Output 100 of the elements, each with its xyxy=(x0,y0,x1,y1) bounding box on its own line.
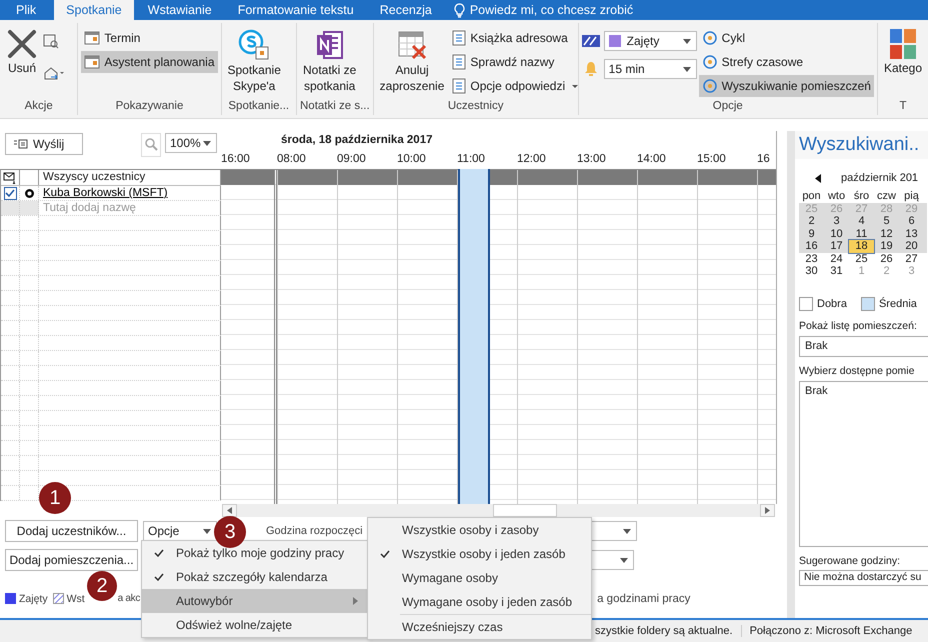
room-item[interactable]: Brak xyxy=(805,384,923,396)
calendar-day[interactable]: 13 xyxy=(899,228,924,240)
ribbon-button[interactable]: Sprawdź nazwy xyxy=(449,51,582,73)
time-label: 15:00 xyxy=(697,153,727,165)
options-dropdown[interactable]: Opcje xyxy=(143,520,217,540)
triangle-icon xyxy=(765,507,770,514)
ribbon-button[interactable]: Wyszukiwanie pomieszczeń xyxy=(698,75,874,97)
calendar-day[interactable]: 27 xyxy=(899,252,924,265)
calendar-day[interactable]: 9 xyxy=(799,228,824,240)
date-heading: środa, 18 października 2017 xyxy=(280,133,434,148)
legend-swatch xyxy=(5,593,16,604)
menu-item[interactable]: Wymagane osoby i jeden zasób xyxy=(368,590,591,614)
calendar-day[interactable]: 5 xyxy=(874,215,899,228)
menu-item[interactable]: Wymagane osoby xyxy=(368,566,591,590)
calendar-day[interactable]: 12 xyxy=(874,228,899,240)
group-label: Spotkanie... xyxy=(227,100,290,114)
categorize-button[interactable]: Katego xyxy=(880,27,925,100)
add-attendees-button[interactable]: Dodaj uczestników... xyxy=(5,520,138,542)
meeting-notes-button[interactable]: Notatki ze spotkania xyxy=(300,27,360,100)
calendar-day[interactable]: 11 xyxy=(849,228,874,240)
calendar-day[interactable]: 18 xyxy=(849,240,874,252)
cancel-invitation-button[interactable]: Anuluj zaproszenie xyxy=(376,27,448,100)
calendar-icon xyxy=(84,30,100,46)
menu-item[interactable]: Autowybór xyxy=(142,589,368,613)
envelope-icon xyxy=(3,172,17,184)
menu-item[interactable]: Wszystkie osoby i jeden zasób xyxy=(368,542,591,566)
calendar-day[interactable]: 2 xyxy=(799,215,824,228)
ribbon-tab[interactable]: Wstawianie xyxy=(136,0,224,20)
calendar-day[interactable]: 23 xyxy=(799,252,824,265)
calendar-search-icon[interactable] xyxy=(43,33,59,49)
calendar-day[interactable]: 10 xyxy=(824,228,849,240)
time-label: 08:00 xyxy=(277,153,307,165)
scroll-left-button[interactable] xyxy=(222,504,237,517)
group-label: Akcje xyxy=(24,100,54,114)
ribbon-tab[interactable]: Recenzja xyxy=(368,0,444,20)
calendar-day[interactable]: 6 xyxy=(899,215,924,228)
legend-label: a akc xyxy=(118,593,140,604)
scroll-right-button[interactable] xyxy=(760,504,775,517)
checkbox[interactable] xyxy=(4,186,16,200)
forward-icon[interactable] xyxy=(43,65,65,81)
calendar-day[interactable]: 31 xyxy=(824,265,849,278)
menu-item[interactable]: Wszystkie osoby i zasoby xyxy=(368,518,591,542)
calendar-day[interactable]: 25 xyxy=(849,252,874,265)
menu-item[interactable]: Wcześniejszy czas xyxy=(368,615,591,639)
calendar-day[interactable]: 30 xyxy=(799,265,824,278)
status-text: Połączono z: Microsoft Exchange xyxy=(750,625,912,637)
field-label: Wybierz dostępne pomie xyxy=(799,364,916,376)
calendar-day[interactable]: 3 xyxy=(824,215,849,228)
ribbon-button[interactable]: Cykl xyxy=(698,27,874,49)
menu-item[interactable]: Pokaż szczegóły kalendarza xyxy=(142,565,368,589)
send-button[interactable]: Wyślij xyxy=(5,133,83,155)
previous-month-icon[interactable] xyxy=(815,174,821,182)
calendar-day[interactable]: 20 xyxy=(899,240,924,252)
month-label: październik 201 xyxy=(841,172,918,184)
organizer-icon xyxy=(24,188,34,198)
ribbon-tab[interactable]: Formatowanie tekstu xyxy=(226,0,366,20)
delete-button[interactable]: Usuń xyxy=(3,27,41,100)
scrollbar-thumb[interactable] xyxy=(493,504,557,517)
selected-time-slot[interactable] xyxy=(458,169,490,504)
time-label: 10:00 xyxy=(397,153,427,165)
tell-me-search-field[interactable]: Powiedz mi, co chcesz zrobić xyxy=(470,3,634,17)
step-badge: 1 xyxy=(39,482,71,514)
document-icon xyxy=(452,78,466,94)
legend-label: a godzinami pracy xyxy=(597,592,690,604)
ribbon-tab[interactable]: Spotkanie xyxy=(54,0,134,20)
ribbon-button[interactable]: Strefy czasowe xyxy=(698,51,874,73)
ribbon-button[interactable]: Opcje odpowiedzi xyxy=(449,75,582,97)
calendar-day[interactable]: 16 xyxy=(799,240,824,252)
calendar-day[interactable]: 26 xyxy=(874,252,899,265)
room-list-dropdown[interactable]: Brak xyxy=(799,336,928,356)
legend-label: Dobra xyxy=(817,298,847,310)
skype-calendar-icon xyxy=(238,29,270,61)
group-label: Notatki ze s... xyxy=(300,100,370,114)
start-date-dropdown[interactable] xyxy=(590,520,637,540)
ribbon-tab[interactable]: Plik xyxy=(0,0,52,20)
legend-label: Wst xyxy=(66,592,85,604)
calendar-day[interactable]: 24 xyxy=(824,252,849,265)
skype-meeting-button[interactable]: Spotkanie Skype'a xyxy=(224,27,284,100)
calendar-day[interactable]: 19 xyxy=(874,240,899,252)
show-as-dropdown[interactable]: Zajęty xyxy=(604,31,697,51)
ribbon-button[interactable]: Książka adresowa xyxy=(449,27,582,49)
weekday-label: wto xyxy=(826,190,846,202)
suggested-times-message: Nie można dostarczyć su xyxy=(804,570,922,582)
status-text: szystkie foldery są aktualne. xyxy=(595,625,742,637)
group-label: Opcje xyxy=(712,100,744,114)
reminder-dropdown[interactable]: 15 min xyxy=(604,59,697,79)
time-label: 13:00 xyxy=(577,153,607,165)
add-rooms-button[interactable]: Dodaj pomieszczenia... xyxy=(5,548,138,570)
calendar-day[interactable]: 17 xyxy=(824,240,849,252)
calendar-day[interactable]: 4 xyxy=(849,215,874,228)
ribbon-button[interactable]: Asystent planowania xyxy=(81,51,218,73)
ribbon-button[interactable]: Termin xyxy=(81,27,218,49)
time-label: 16 xyxy=(757,153,771,165)
menu-item[interactable]: Odśwież wolne/zajęte xyxy=(142,613,368,637)
document-icon xyxy=(452,54,466,70)
zoom-dropdown[interactable]: 100% xyxy=(165,133,217,153)
caret-icon xyxy=(572,84,578,88)
step-badge: 2 xyxy=(87,571,117,601)
weekday-label: śro xyxy=(852,190,870,202)
legend-label: Zajęty xyxy=(19,592,48,604)
